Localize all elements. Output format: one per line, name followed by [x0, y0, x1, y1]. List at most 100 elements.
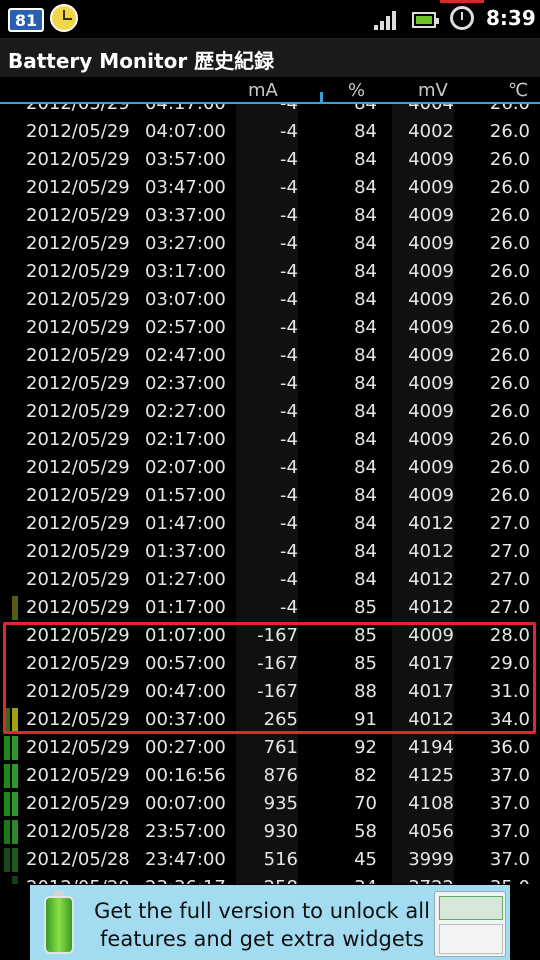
- table-row[interactable]: 2012/05/29 00:27:00 761 92 4194 36.0: [0, 734, 540, 762]
- table-row[interactable]: 2012/05/29 03:27:00 -4 84 4009 26.0: [0, 230, 540, 258]
- table-row[interactable]: 2012/05/29 01:37:00 -4 84 4012 27.0: [0, 538, 540, 566]
- row-temperature: 26.0: [489, 261, 530, 282]
- row-voltage: 4009: [392, 482, 454, 510]
- table-row[interactable]: 2012/05/29 00:07:00 935 70 4108 37.0: [0, 790, 540, 818]
- table-row[interactable]: 2012/05/29 03:17:00 -4 84 4009 26.0: [0, 258, 540, 286]
- battery-icon: [412, 12, 439, 28]
- table-row[interactable]: 2012/05/28 23:36:17 258 34 3722 35.0: [0, 874, 540, 884]
- row-current: -4: [236, 510, 298, 538]
- row-time: 02:57:00: [145, 317, 226, 338]
- row-time: 04:17:00: [145, 104, 226, 114]
- charge-indicator-bar: [12, 764, 18, 788]
- table-row[interactable]: 2012/05/29 01:07:00 -167 85 4009 28.0: [0, 622, 540, 650]
- row-current: -4: [236, 342, 298, 370]
- row-temperature: 27.0: [489, 569, 530, 590]
- table-row[interactable]: 2012/05/29 04:07:00 -4 84 4002 26.0: [0, 118, 540, 146]
- table-row[interactable]: 2012/05/29 04:17:00 -4 84 4004 26.0: [0, 104, 540, 118]
- column-temperature[interactable]: ℃: [508, 80, 528, 101]
- charge-indicator-bar: [4, 848, 10, 872]
- table-row[interactable]: 2012/05/29 02:07:00 -4 84 4009 26.0: [0, 454, 540, 482]
- row-current: -167: [236, 622, 298, 650]
- column-ma[interactable]: mA: [248, 80, 278, 101]
- row-date: 2012/05/29: [26, 541, 130, 562]
- table-row[interactable]: 2012/05/29 03:57:00 -4 84 4009 26.0: [0, 146, 540, 174]
- table-row[interactable]: 2012/05/29 01:57:00 -4 84 4009 26.0: [0, 482, 540, 510]
- row-date: 2012/05/29: [26, 177, 130, 198]
- table-row[interactable]: 2012/05/29 03:47:00 -4 84 4009 26.0: [0, 174, 540, 202]
- row-temperature: 34.0: [489, 709, 530, 730]
- row-time: 01:07:00: [145, 625, 226, 646]
- alarm-icon: [450, 6, 474, 30]
- table-row[interactable]: 2012/05/29 01:47:00 -4 84 4012 27.0: [0, 510, 540, 538]
- row-date: 2012/05/29: [26, 485, 130, 506]
- row-time: 03:47:00: [145, 177, 226, 198]
- row-voltage: 4009: [392, 398, 454, 426]
- row-time: 03:17:00: [145, 261, 226, 282]
- table-row[interactable]: 2012/05/29 02:27:00 -4 84 4009 26.0: [0, 398, 540, 426]
- row-percent: 84: [354, 345, 377, 366]
- column-percent[interactable]: %: [348, 80, 365, 101]
- row-voltage: 4009: [392, 622, 454, 650]
- table-row[interactable]: 2012/05/29 00:16:56 876 82 4125 37.0: [0, 762, 540, 790]
- table-row[interactable]: 2012/05/29 03:07:00 -4 84 4009 26.0: [0, 286, 540, 314]
- charge-indicator-bar: [4, 736, 10, 760]
- ad-banner[interactable]: Get the full version to unlock all featu…: [30, 885, 510, 960]
- row-temperature: 28.0: [489, 625, 530, 646]
- table-row[interactable]: 2012/05/29 00:37:00 265 91 4012 34.0: [0, 706, 540, 734]
- table-row[interactable]: 2012/05/29 02:37:00 -4 84 4009 26.0: [0, 370, 540, 398]
- row-temperature: 26.0: [489, 233, 530, 254]
- row-temperature: 26.0: [489, 345, 530, 366]
- row-date: 2012/05/29: [26, 289, 130, 310]
- row-date: 2012/05/29: [26, 205, 130, 226]
- row-time: 03:57:00: [145, 149, 226, 170]
- row-percent: 84: [354, 541, 377, 562]
- history-list[interactable]: 2012/05/2904:17:00-484400426.0 2012/05/29…: [0, 104, 540, 884]
- row-date: 2012/05/29: [26, 681, 130, 702]
- status-bar-accent: [440, 0, 484, 3]
- row-time: 00:57:00: [145, 653, 226, 674]
- charge-indicator-bar: [12, 736, 18, 760]
- row-date: 2012/05/29: [26, 121, 130, 142]
- table-row[interactable]: 2012/05/29 01:27:00 -4 84 4012 27.0: [0, 566, 540, 594]
- table-row[interactable]: 2012/05/29 01:17:00 -4 85 4012 27.0: [0, 594, 540, 622]
- table-row[interactable]: 2012/05/29 02:47:00 -4 84 4009 26.0: [0, 342, 540, 370]
- row-current: -4: [236, 230, 298, 258]
- row-percent: 70: [354, 793, 377, 814]
- row-date: 2012/05/29: [26, 653, 130, 674]
- table-row[interactable]: 2012/05/29 00:47:00 -167 88 4017 31.0: [0, 678, 540, 706]
- notification-badge[interactable]: 81: [8, 8, 44, 32]
- row-time: 02:17:00: [145, 429, 226, 450]
- row-current: -4: [236, 118, 298, 146]
- row-date: 2012/05/29: [26, 317, 130, 338]
- column-mv[interactable]: mV: [418, 80, 448, 101]
- table-row[interactable]: 2012/05/29 02:17:00 -4 84 4009 26.0: [0, 426, 540, 454]
- row-temperature: 26.0: [489, 177, 530, 198]
- row-date: 2012/05/29: [26, 569, 130, 590]
- clock-icon[interactable]: [50, 4, 78, 32]
- table-row[interactable]: 2012/05/29 03:37:00 -4 84 4009 26.0: [0, 202, 540, 230]
- row-time: 23:47:00: [145, 849, 226, 870]
- charge-indicator-bar: [4, 708, 10, 732]
- charge-indicator-bar: [12, 848, 18, 872]
- table-row[interactable]: 2012/05/28 23:57:00 930 58 4056 37.0: [0, 818, 540, 846]
- row-percent: 84: [354, 121, 377, 142]
- row-temperature: 26.0: [489, 485, 530, 506]
- row-date: 2012/05/29: [26, 765, 130, 786]
- row-temperature: 26.0: [489, 317, 530, 338]
- table-row[interactable]: 2012/05/29 00:57:00 -167 85 4017 29.0: [0, 650, 540, 678]
- row-current: -4: [236, 202, 298, 230]
- row-current: -4: [236, 286, 298, 314]
- charge-indicator-bar: [12, 708, 18, 732]
- row-percent: 84: [354, 205, 377, 226]
- table-row[interactable]: 2012/05/29 02:57:00 -4 84 4009 26.0: [0, 314, 540, 342]
- row-percent: 91: [354, 709, 377, 730]
- row-temperature: 26.0: [489, 401, 530, 422]
- row-date: 2012/05/29: [26, 233, 130, 254]
- table-row[interactable]: 2012/05/28 23:47:00 516 45 3999 37.0: [0, 846, 540, 874]
- row-temperature: 37.0: [489, 821, 530, 842]
- row-temperature: 37.0: [489, 765, 530, 786]
- row-date: 2012/05/29: [26, 625, 130, 646]
- row-percent: 84: [354, 485, 377, 506]
- row-percent: 85: [354, 597, 377, 618]
- row-date: 2012/05/29: [26, 345, 130, 366]
